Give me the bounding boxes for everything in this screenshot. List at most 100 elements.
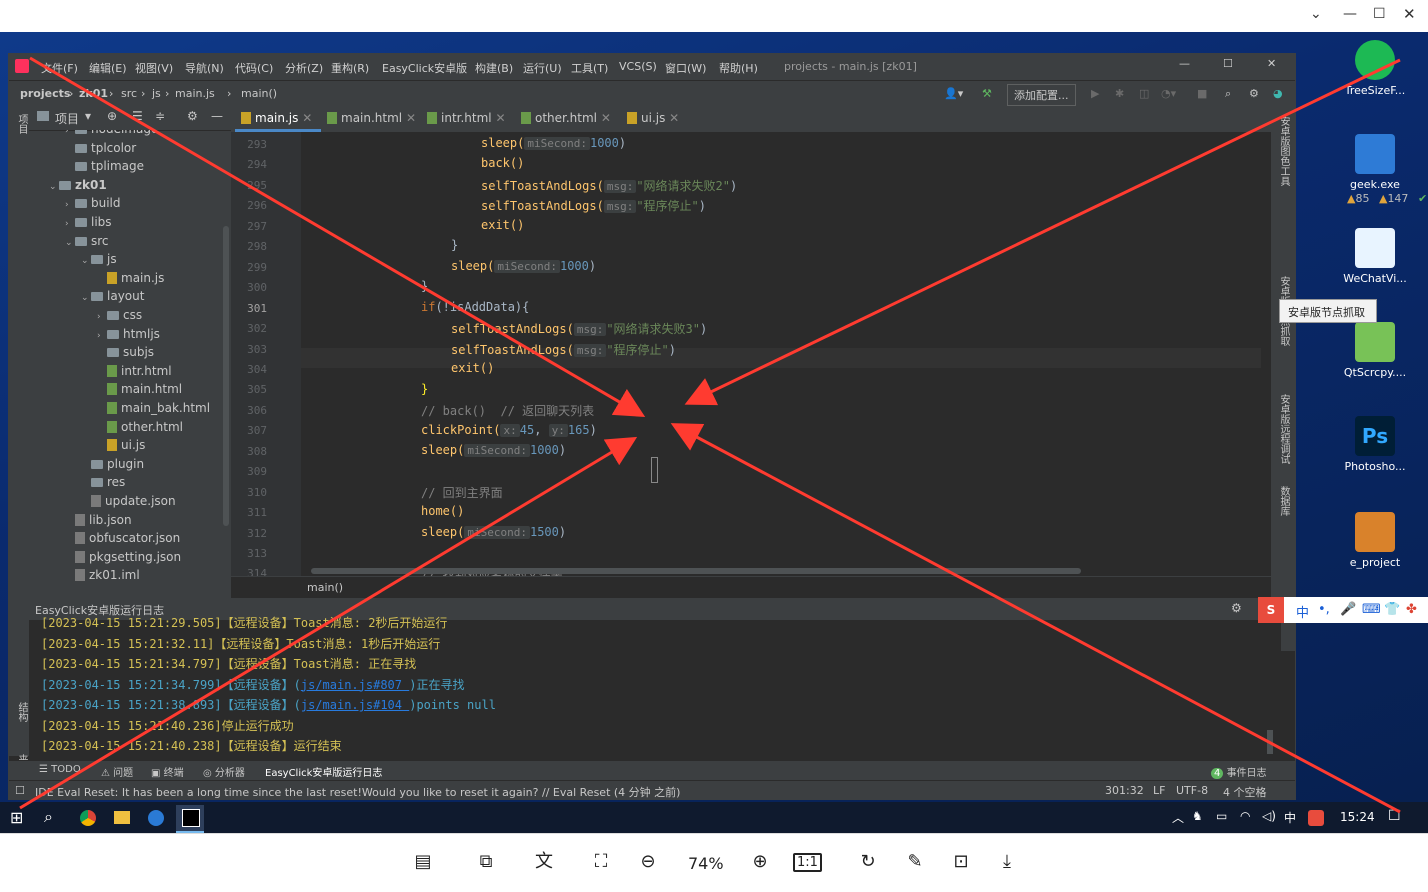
maximize-icon[interactable]: ☐ [1373,6,1386,22]
tree-item[interactable]: › libs [65,215,112,233]
zoom-out-icon[interactable]: ⊖ [634,848,662,876]
chevron-down-icon[interactable]: ⌄ [1310,6,1322,22]
menu-tools[interactable]: 工具(T) [571,60,608,76]
project-view-label[interactable]: 项目 [55,110,79,127]
add-configuration-button[interactable]: 添加配置... [1007,84,1076,106]
chevron-right-icon[interactable]: › [97,331,107,341]
tab-terminal[interactable]: ▣ 终端 [151,764,184,779]
desktop-icon-geek[interactable]: geek.exe [1335,134,1415,191]
code-line-293[interactable]: sleep(miSecond: 1000) [481,136,626,150]
code-line-308[interactable]: sleep(miSecond: 1000) [421,443,566,457]
volume-icon[interactable]: ◁) [1262,809,1276,823]
menu-analyze[interactable]: 分析(Z) [285,60,323,76]
code-line-301[interactable]: if(!isAddData){ [421,300,529,314]
gear-icon[interactable]: ⚙ [1249,87,1259,100]
code-line-295[interactable]: selfToastAndLogs(msg: "网络请求失败2") [481,177,737,194]
code-line-303[interactable]: selfToastAndLogs(msg: "程序停止") [451,341,676,358]
tree-item[interactable]: plugin [81,457,144,475]
search-icon[interactable]: ⌕ [44,807,53,827]
tree-item[interactable]: main.js [97,271,164,289]
ime-punct[interactable]: •, [1318,602,1330,617]
menu-code[interactable]: 代码(C) [235,60,273,76]
tree-item[interactable]: main.html [97,382,182,400]
chevron-down-icon[interactable]: ⌄ [81,293,91,303]
tree-item[interactable]: ui.js [97,438,145,456]
event-log-button[interactable]: 4 事件日志 [1211,764,1267,779]
tree-item[interactable]: obfuscator.json [65,531,180,549]
menu-view[interactable]: 视图(V) [135,60,173,76]
breadcrumb-projects[interactable]: projects [20,87,70,100]
collapse-all-icon[interactable]: ≑ [155,109,165,123]
tree-item[interactable]: zk01.iml [65,568,140,586]
notification-icon[interactable]: ☐ [1388,808,1401,824]
tree-scrollbar[interactable] [223,226,229,526]
menu-window[interactable]: 窗口(W) [665,60,706,76]
download-icon[interactable]: ⤓ [993,848,1021,876]
sogou-icon[interactable]: S [1258,597,1284,623]
breadcrumb-js[interactable]: js [152,87,161,100]
thumbnail-icon[interactable]: ▤ [409,848,437,876]
chevron-down-icon[interactable]: ⌄ [65,238,75,248]
tab-ui-js[interactable]: ui.js ✕ [627,111,679,125]
ime-indicator[interactable]: 中 [1284,809,1296,826]
code-line-299[interactable]: sleep(miSecond: 1000) [451,259,596,273]
menu-run[interactable]: 运行(U) [523,60,562,76]
code-line-296[interactable]: selfToastAndLogs(msg: "程序停止") [481,197,706,214]
chevron-right-icon[interactable]: › [97,312,107,322]
expand-all-icon[interactable]: ☰ [132,109,143,123]
run-icon[interactable]: ▶ [1091,87,1099,100]
desktop-icon-qtscrcpy[interactable]: QtScrcpy.... [1335,322,1415,379]
code-line-305[interactable]: } [421,382,428,396]
tree-item[interactable]: › htmljs [97,327,160,345]
status-message[interactable]: IDE Eval Reset: It has been a long time … [35,784,680,800]
code-line-311[interactable]: home() [421,504,464,518]
code-line-297[interactable]: exit() [481,218,524,232]
skin-icon[interactable]: 👕 [1384,602,1400,617]
edit-icon[interactable]: ✎ [901,848,929,876]
keyboard-icon[interactable]: ⌨ [1362,602,1381,617]
tree-item[interactable]: subjs [97,345,154,363]
chevron-down-icon[interactable]: ⌄ [49,182,59,192]
tree-item[interactable]: intr.html [97,364,172,382]
menu-easyclick[interactable]: EasyClick安卓版 [382,60,467,76]
menu-help[interactable]: 帮助(H) [719,60,758,76]
fit-screen-icon[interactable]: ⛶ [587,848,615,876]
tool-project[interactable]: 项目 [14,114,29,134]
code-line-298[interactable]: } [451,238,458,252]
code-line-310[interactable]: // 回到主界面 [421,484,503,501]
indent-setting[interactable]: 4 个空格 [1223,784,1267,800]
locate-icon[interactable]: ⊕ [107,109,117,123]
start-icon[interactable]: ⊞ [10,808,23,827]
tree-item[interactable]: other.html [97,420,183,438]
chrome-icon[interactable] [80,810,96,826]
tab-run-log[interactable]: EasyClick安卓版运行日志 [265,764,382,779]
breadcrumb-zk01[interactable]: zk01 [79,87,108,100]
tab-problems[interactable]: ⚠ 问题 [101,764,133,779]
menu-navigate[interactable]: 导航(N) [185,60,224,76]
tree-item[interactable]: ⌄ src [65,234,109,252]
user-icon[interactable]: 👤▾ [944,87,963,100]
log-source-link[interactable]: js/main.js#807 [301,678,409,692]
tool-color-picker[interactable]: 安卓版图色工具 [1276,116,1291,186]
breadcrumb-main-fn[interactable]: main() [241,87,277,100]
intellij-taskbar-button[interactable] [176,805,204,833]
tab-other-html[interactable]: other.html ✕ [521,111,611,125]
cursor-position[interactable]: 301:32 [1105,784,1144,797]
code-line-306[interactable]: // back() // 返回聊天列表 [421,402,594,419]
footer-function[interactable]: main() [307,581,343,594]
menu-refactor[interactable]: 重构(R) [331,60,369,76]
clock[interactable]: 15:24 [1340,810,1375,824]
tool-structure[interactable]: 结构 [14,702,29,722]
chevron-down-icon[interactable]: ⌄ [81,256,91,266]
tray-chevron-icon[interactable]: ︿ [1172,809,1184,826]
chevron-down-icon[interactable]: ▾ [85,109,91,123]
tree-item[interactable]: tplimage [65,159,144,177]
gear-icon[interactable]: ⚙ [1231,601,1242,615]
tree-item[interactable]: › nodeimage [65,130,158,140]
desktop-icon-wechat[interactable]: WeChatVi... [1335,228,1415,285]
file-encoding[interactable]: UTF-8 [1176,784,1208,797]
breadcrumb-main-js[interactable]: main.js [175,87,215,100]
minimize-icon[interactable]: — [1343,6,1357,22]
debug-icon[interactable]: ✱ [1115,87,1124,100]
tray-app-icon[interactable]: ♞ [1192,809,1203,823]
